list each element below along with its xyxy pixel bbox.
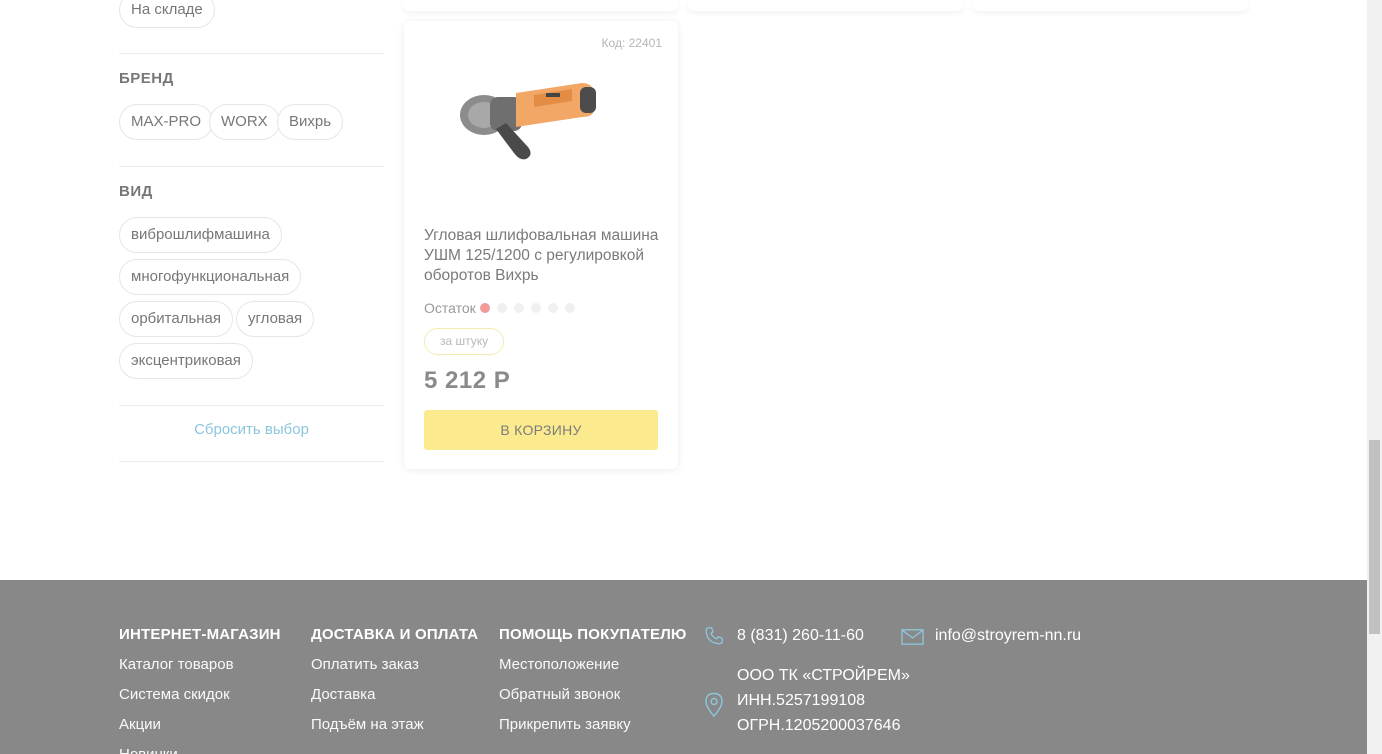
footer-ogrn: ОГРН.1205200037646 bbox=[737, 717, 901, 734]
product-card: Код: 22401 Угловая шлифовальная машина У… bbox=[404, 21, 678, 469]
footer-column-title: ИНТЕРНЕТ-МАГАЗИН bbox=[119, 626, 281, 643]
reset-filters-link[interactable]: Сбросить выбор bbox=[119, 421, 384, 438]
product-name[interactable]: Угловая шлифовальная машина УШМ 125/1200… bbox=[424, 226, 660, 286]
product-card-stub bbox=[973, 0, 1248, 11]
footer: ИНТЕРНЕТ-МАГАЗИН Каталог товаров Система… bbox=[0, 580, 1367, 754]
product-price: 5 212 Р bbox=[424, 367, 511, 394]
filter-chip-type-multi[interactable]: многофункциональная bbox=[119, 259, 302, 295]
stock-dot bbox=[514, 303, 524, 313]
scrollbar-thumb[interactable] bbox=[1369, 440, 1380, 634]
stock-label: Остаток bbox=[424, 300, 476, 316]
footer-link-discounts[interactable]: Система скидок bbox=[119, 686, 281, 703]
filter-chip-type-orbital[interactable]: орбитальная bbox=[119, 301, 234, 337]
footer-link-floor-lift[interactable]: Подъём на этаж bbox=[311, 716, 478, 733]
stock-indicator bbox=[480, 303, 575, 313]
divider bbox=[119, 461, 384, 462]
product-card-stub bbox=[688, 0, 963, 11]
footer-email[interactable]: info@stroyrem-nn.ru bbox=[901, 627, 1101, 651]
divider bbox=[119, 166, 384, 167]
product-image-angle-grinder[interactable] bbox=[454, 43, 599, 193]
product-card-stub bbox=[403, 0, 678, 11]
footer-link-callback[interactable]: Обратный звонок bbox=[499, 686, 687, 703]
footer-email-address[interactable]: info@stroyrem-nn.ru bbox=[935, 627, 1081, 645]
divider bbox=[119, 405, 384, 406]
filter-chip-type-eccentric[interactable]: эксцентриковая bbox=[119, 343, 253, 379]
filter-chip-type-angle[interactable]: угловая bbox=[236, 301, 315, 337]
footer-column-shop: ИНТЕРНЕТ-МАГАЗИН Каталог товаров Система… bbox=[119, 626, 281, 754]
footer-link-pay-order[interactable]: Оплатить заказ bbox=[311, 656, 478, 673]
footer-inn: ИНН.5257199108 bbox=[737, 692, 866, 709]
mail-icon bbox=[901, 629, 924, 645]
footer-link-delivery[interactable]: Доставка bbox=[311, 686, 478, 703]
filter-chip-brand-worx[interactable]: WORX bbox=[209, 104, 280, 140]
footer-link-catalog[interactable]: Каталог товаров bbox=[119, 656, 281, 673]
footer-link-new[interactable]: Новинки bbox=[119, 746, 281, 754]
unit-badge: за штуку bbox=[424, 328, 505, 355]
stock-dot bbox=[548, 303, 558, 313]
footer-link-location[interactable]: Местоположение bbox=[499, 656, 687, 673]
filter-title-brand: БРЕНД bbox=[119, 70, 174, 87]
footer-phone[interactable]: 8 (831) 260-11-60 bbox=[703, 627, 883, 651]
footer-link-attach-request[interactable]: Прикрепить заявку bbox=[499, 716, 687, 733]
footer-column-help: ПОМОЩЬ ПОКУПАТЕЛЮ Местоположение Обратны… bbox=[499, 626, 687, 746]
stock-dot bbox=[497, 303, 507, 313]
vertical-scrollbar[interactable] bbox=[1367, 0, 1382, 754]
stock-dot bbox=[480, 303, 490, 313]
phone-icon bbox=[705, 627, 723, 645]
page: На складе БРЕНД MAX-PRO WORX Вихрь ВИД в… bbox=[0, 0, 1367, 754]
filter-chip-type-vibro[interactable]: виброшлифмашина bbox=[119, 217, 282, 253]
footer-column-title: ПОМОЩЬ ПОКУПАТЕЛЮ bbox=[499, 626, 687, 643]
add-to-cart-button[interactable]: В КОРЗИНУ bbox=[424, 410, 658, 450]
stock-dot bbox=[565, 303, 575, 313]
filter-title-type: ВИД bbox=[119, 183, 153, 200]
footer-company-name: ООО ТК «СТРОЙРЕМ» bbox=[737, 667, 910, 684]
filter-chip-brand-max-pro[interactable]: MAX-PRO bbox=[119, 104, 214, 140]
footer-phone-number[interactable]: 8 (831) 260-11-60 bbox=[737, 627, 864, 645]
location-pin-icon bbox=[705, 692, 723, 718]
footer-column-title: ДОСТАВКА И ОПЛАТА bbox=[311, 626, 479, 643]
filter-chip-in-stock[interactable]: На складе bbox=[119, 0, 215, 28]
footer-link-promotions[interactable]: Акции bbox=[119, 716, 281, 733]
stock-dot bbox=[531, 303, 541, 313]
filter-chip-brand-vikhr[interactable]: Вихрь bbox=[277, 104, 344, 140]
footer-column-delivery: ДОСТАВКА И ОПЛАТА Оплатить заказ Доставк… bbox=[311, 626, 478, 746]
product-code: Код: 22401 bbox=[601, 36, 662, 50]
divider bbox=[119, 53, 384, 54]
footer-company-info: ООО ТК «СТРОЙРЕМ» ИНН.5257199108 ОГРН.12… bbox=[703, 667, 943, 747]
